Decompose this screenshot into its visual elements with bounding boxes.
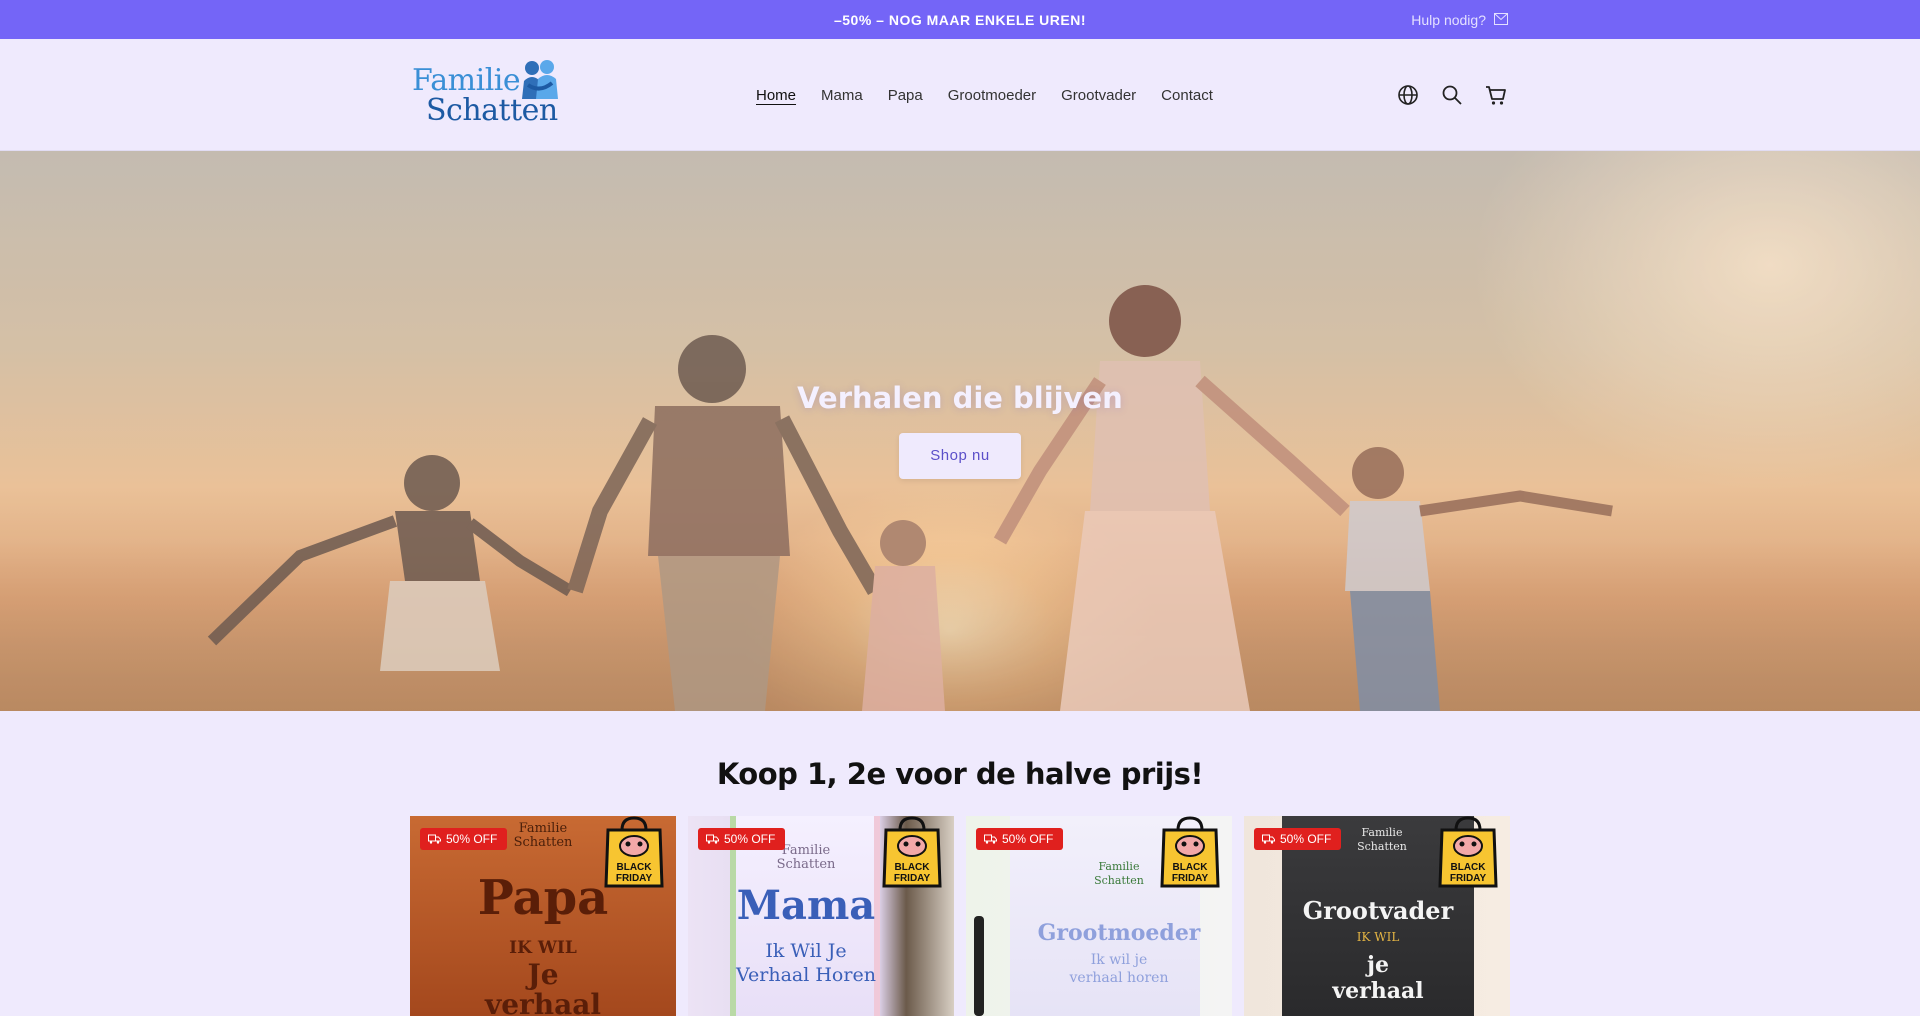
section-title: Koop 1, 2e voor de halve prijs!: [716, 757, 1204, 791]
sticker-text-line1: BLACK: [895, 862, 931, 873]
book-subtitle-2: je: [1367, 952, 1389, 978]
discount-badge-text: 50% OFF: [1002, 832, 1054, 846]
discount-badge: 50% OFF: [976, 828, 1064, 850]
book-brand-line1: Familie: [1361, 826, 1403, 839]
pen-image: [974, 916, 984, 1016]
nav-item-home[interactable]: Home: [756, 87, 796, 104]
sticker-text-line1: BLACK: [1173, 862, 1209, 873]
discount-badge: 50% OFF: [1254, 828, 1342, 850]
book-subtitle-2: Je: [527, 958, 559, 991]
black-friday-sticker-icon: BLACK FRIDAY: [1160, 816, 1220, 888]
black-friday-sticker-icon: BLACK FRIDAY: [1438, 816, 1498, 888]
truck-icon: [984, 834, 997, 844]
book-subtitle-1: Ik Wil Je: [765, 940, 847, 962]
discount-badge-text: 50% OFF: [724, 832, 776, 846]
truck-icon: [428, 834, 441, 844]
hero-banner: Verhalen die blijven Shop nu: [0, 151, 1920, 711]
help-label: Hulp nodig?: [1411, 11, 1486, 28]
book-subtitle-3: verhaal: [484, 988, 602, 1016]
promo-text: –50% – NOG MAAR ENKELE UREN!: [833, 11, 1087, 28]
book-brand-line2: Schatten: [513, 835, 573, 850]
book-title: Grootvader: [1302, 896, 1454, 925]
nav-item-papa[interactable]: Papa: [888, 87, 923, 104]
logo[interactable]: Familie Schatten: [412, 59, 562, 131]
nav-item-grootvader[interactable]: Grootvader: [1061, 87, 1136, 104]
sticker-text-line2: FRIDAY: [894, 873, 931, 884]
book-subtitle-2: verhaal horen: [1069, 970, 1169, 986]
book-brand-line1: Familie: [1098, 860, 1140, 873]
product-card-grootmoeder[interactable]: Familie Schatten Grootmoeder Ik wil je ve…: [966, 816, 1232, 1016]
book-subtitle-3: verhaal: [1332, 978, 1424, 1004]
product-grid: Familie Schatten Papa IK WIL Je verhaal 5…: [410, 816, 1510, 1016]
truck-icon: [1262, 834, 1275, 844]
book-subtitle-2: Verhaal Horen: [736, 964, 876, 986]
book-brand-line2: Schatten: [1357, 840, 1407, 853]
black-friday-sticker-icon: BLACK FRIDAY: [882, 816, 942, 888]
hero-title: Verhalen die blijven: [797, 381, 1123, 415]
book-subtitle-1: IK WIL: [1356, 930, 1400, 944]
main-nav: Home Mama Papa Grootmoeder Grootvader Co…: [756, 39, 1213, 151]
nav-item-grootmoeder[interactable]: Grootmoeder: [948, 87, 1036, 104]
product-card-grootvader[interactable]: Familie Schatten Grootvader IK WIL je ver…: [1244, 816, 1510, 1016]
discount-badge: 50% OFF: [698, 828, 786, 850]
book-brand-line1: Familie: [518, 821, 568, 836]
discount-badge-text: 50% OFF: [446, 832, 498, 846]
sticker-text-line2: FRIDAY: [1450, 873, 1487, 884]
book-subtitle-1: IK WIL: [509, 938, 577, 958]
discount-badge-text: 50% OFF: [1280, 832, 1332, 846]
black-friday-sticker-icon: BLACK FRIDAY: [604, 816, 664, 888]
mail-icon: [1494, 12, 1508, 28]
book-brand-line1: Familie: [781, 843, 831, 858]
header-actions: [1396, 39, 1508, 151]
book-title: Mama: [736, 882, 876, 929]
shop-now-button[interactable]: Shop nu: [899, 433, 1021, 479]
site-header: Familie Schatten Home Mama Papa Grootmoe…: [0, 39, 1920, 151]
sticker-text-line2: FRIDAY: [1172, 873, 1209, 884]
sticker-text-line2: FRIDAY: [616, 873, 653, 884]
nav-item-mama[interactable]: Mama: [821, 87, 863, 104]
sticker-text-line1: BLACK: [617, 862, 653, 873]
discount-badge: 50% OFF: [420, 828, 508, 850]
nav-item-contact[interactable]: Contact: [1161, 87, 1213, 104]
hug-icon: [522, 60, 558, 99]
sticker-text-line1: BLACK: [1451, 862, 1487, 873]
announcement-bar: –50% – NOG MAAR ENKELE UREN! Hulp nodig?: [0, 0, 1920, 39]
product-card-mama[interactable]: Familie Schatten Mama Ik Wil Je Verhaal H…: [688, 816, 954, 1016]
hero-content: Verhalen die blijven Shop nu: [0, 381, 1920, 479]
cart-icon[interactable]: [1484, 83, 1508, 107]
book-subtitle-1: Ik wil je: [1090, 952, 1148, 968]
book-brand-line2: Schatten: [776, 857, 836, 872]
search-icon[interactable]: [1440, 83, 1464, 107]
truck-icon: [706, 834, 719, 844]
book-title: Grootmoeder: [1037, 920, 1201, 946]
help-link[interactable]: Hulp nodig?: [1411, 0, 1508, 39]
globe-icon[interactable]: [1396, 83, 1420, 107]
book-brand-line2: Schatten: [1094, 874, 1144, 887]
product-card-papa[interactable]: Familie Schatten Papa IK WIL Je verhaal 5…: [410, 816, 676, 1016]
